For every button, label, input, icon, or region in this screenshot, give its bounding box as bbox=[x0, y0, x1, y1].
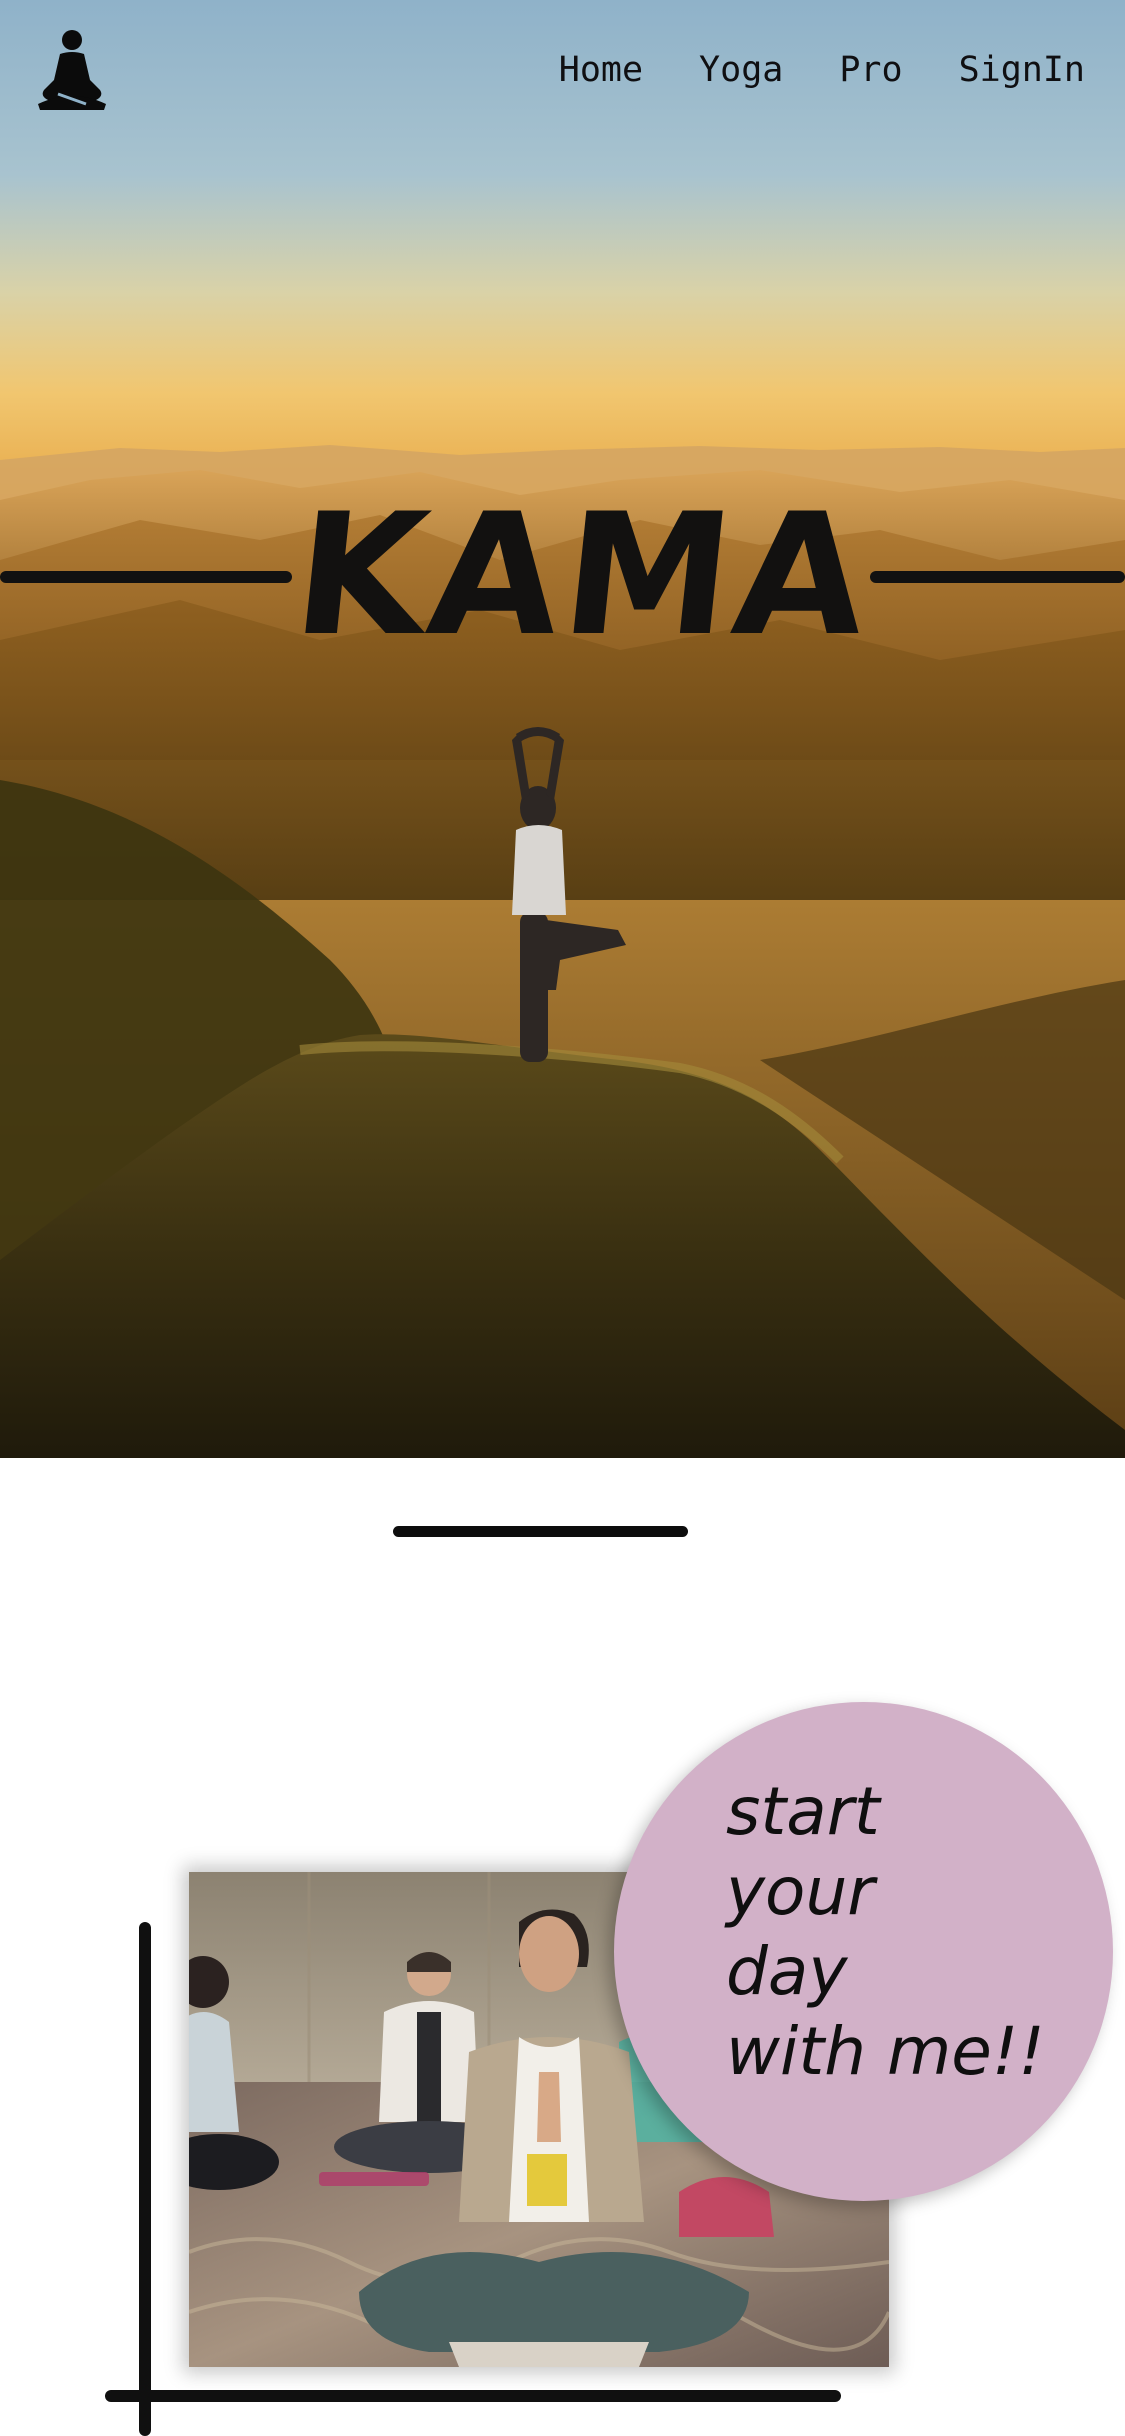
promo-line-1: start bbox=[726, 1773, 880, 1850]
corner-line-vertical bbox=[139, 1922, 151, 2436]
brand-title: KAMA bbox=[285, 477, 880, 673]
section-divider bbox=[393, 1526, 688, 1537]
hero-image bbox=[0, 0, 1125, 1458]
main-nav: Home Yoga Pro SignIn bbox=[559, 50, 1085, 90]
nav-yoga-link[interactable]: Yoga bbox=[699, 50, 783, 90]
corner-line-horizontal bbox=[105, 2390, 841, 2402]
promo-line-2: your bbox=[726, 1853, 875, 1930]
hero-section: Home Yoga Pro SignIn KAMA bbox=[0, 0, 1125, 1458]
brand-banner: KAMA bbox=[0, 477, 1125, 673]
promo-circle: start your day with me!! bbox=[614, 1702, 1113, 2201]
promo-line-3: day bbox=[726, 1933, 848, 2010]
promo-text: start your day with me!! bbox=[726, 1772, 1106, 2092]
nav-pro-link[interactable]: Pro bbox=[839, 50, 902, 90]
brand-line-left bbox=[0, 571, 292, 583]
brand-line-right bbox=[870, 571, 1125, 583]
meditation-figure-icon[interactable] bbox=[30, 28, 114, 112]
promo-line-4: with me!! bbox=[726, 2013, 1045, 2090]
nav-signin-link[interactable]: SignIn bbox=[959, 50, 1085, 90]
page: Home Yoga Pro SignIn KAMA start your day… bbox=[0, 0, 1125, 2436]
nav-home-link[interactable]: Home bbox=[559, 50, 643, 90]
